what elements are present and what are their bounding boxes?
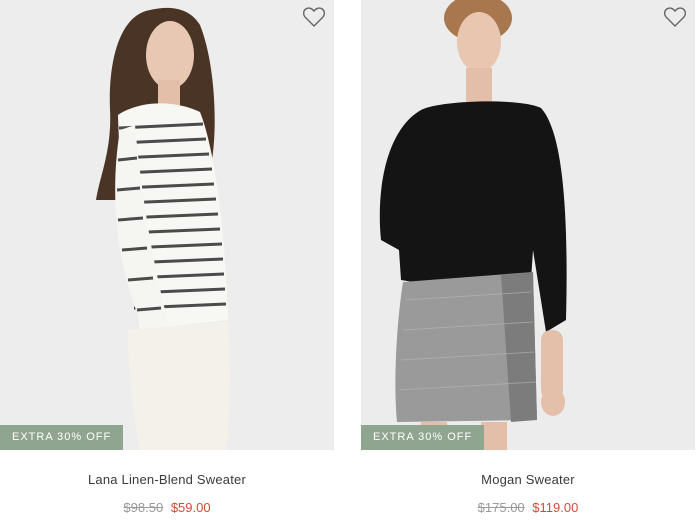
product-name[interactable]: Mogan Sweater: [361, 472, 695, 487]
product-image[interactable]: EXTRA 30% OFF: [0, 0, 334, 450]
original-price: $98.50: [123, 500, 164, 515]
product-card[interactable]: EXTRA 30% OFF Mogan Sweater $175.00 $119…: [361, 0, 695, 521]
product-price: $98.50 $59.00: [0, 500, 334, 515]
wishlist-heart-icon[interactable]: [302, 6, 326, 28]
sale-price: $59.00: [170, 500, 211, 515]
sale-price: $119.00: [532, 500, 579, 515]
promo-badge: EXTRA 30% OFF: [361, 425, 485, 450]
product-name[interactable]: Lana Linen-Blend Sweater: [0, 472, 334, 487]
wishlist-heart-icon[interactable]: [663, 6, 687, 28]
promo-badge: EXTRA 30% OFF: [0, 425, 124, 450]
product-price: $175.00 $119.00: [361, 500, 695, 515]
model-photo: [0, 0, 334, 450]
product-card[interactable]: EXTRA 30% OFF Lana Linen-Blend Sweater $…: [0, 0, 334, 521]
product-image[interactable]: EXTRA 30% OFF: [361, 0, 695, 450]
product-grid: EXTRA 30% OFF Lana Linen-Blend Sweater $…: [0, 0, 700, 521]
original-price: $175.00: [477, 500, 525, 515]
model-photo: [361, 0, 695, 450]
